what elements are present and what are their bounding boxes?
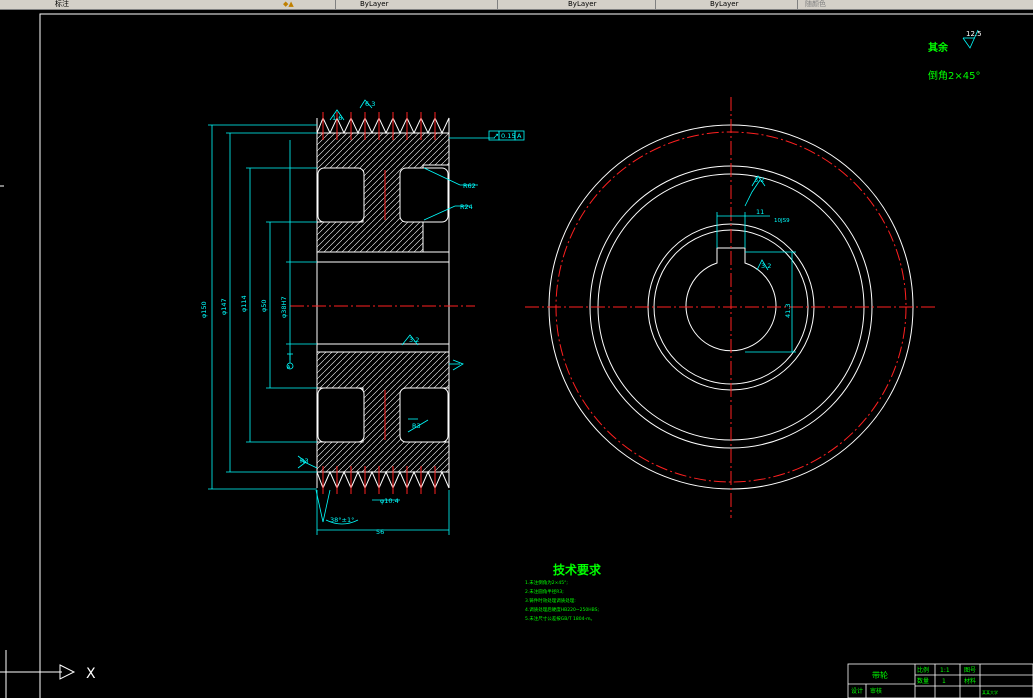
drawing-canvas[interactable]: φ150 φ147 φ114 φ50 φ38H7 56 38°±1° φ10.4… (0, 10, 1033, 698)
dim-r62: R62 (463, 182, 476, 190)
scale-label: 比例 (917, 666, 929, 674)
rough-mark-1: 1.6 (332, 114, 342, 122)
rough-mark-3: 3.2 (409, 336, 419, 344)
tolerance-datum: A (517, 132, 522, 140)
dim-d50: φ50 (260, 299, 268, 312)
dim-groove-angle: 38°±1° (330, 516, 354, 524)
tech-item: 2.未注圆角半径R3; (525, 588, 564, 595)
check-label: 审核 (870, 687, 882, 695)
runout-icon: ↗ (493, 132, 499, 140)
chamfer-note: 倒角2×45° (928, 70, 980, 82)
section-view (290, 112, 475, 494)
datum-a: A (287, 365, 291, 371)
rough-mark-5: 3.2 (761, 262, 771, 270)
dim-key-11: 11 (756, 208, 764, 216)
tech-list: 1.未注倒角为2×45°; 2.未注圆角半径R3; 3.铸件时效处理调质处理: … (525, 579, 599, 622)
material-label: 材料 (964, 677, 976, 685)
qty-value: 1 (942, 678, 946, 685)
dim-groove-width: φ10.4 (380, 497, 399, 505)
tech-item: 3.铸件时效处理调质处理: (525, 597, 576, 604)
separator (335, 0, 336, 9)
dim-d147: φ147 (220, 298, 228, 315)
scale-value: 1:1 (940, 667, 950, 674)
lineweight-dropdown[interactable]: ByLayer (710, 0, 738, 8)
dim-d150: φ150 (200, 301, 208, 318)
school-name: 某某大学 (982, 689, 998, 695)
ucs-x-label: X (86, 666, 96, 682)
other-roughness-label: 其余 (928, 41, 949, 54)
tech-item: 4.调质处理后硬度HB220~250HBS; (525, 606, 599, 613)
tolerance-value: 0.15 (501, 132, 515, 140)
rough-mark-4: 3.2 (754, 176, 764, 184)
front-view (525, 97, 938, 518)
part-name: 带轮 (872, 670, 888, 680)
properties-toolbar: 标注 ◆▲ ByLayer ByLayer ByLayer 随颜色 (0, 0, 1033, 10)
dim-r24: R24 (460, 203, 473, 211)
design-label: 设计 (851, 687, 863, 695)
tech-item: 1.未注倒角为2×45°; (525, 579, 568, 586)
rough-mark-2: 6.3 (365, 100, 375, 108)
dim-width-56: 56 (376, 528, 384, 536)
dim-r3a: R3 (300, 457, 309, 465)
dim-h41: 41.3 (784, 304, 792, 318)
dim-keyway-tol: 10JS9 (774, 218, 790, 224)
layer-dropdown[interactable]: 标注 (55, 0, 69, 8)
separator (797, 0, 798, 9)
dim-r3b: R3 (412, 422, 421, 430)
qty-label: 数量 (917, 677, 929, 685)
tech-item: 5.未注尺寸公差按GB/T 1804-m。 (525, 615, 595, 622)
drawing-border (39, 13, 1033, 698)
separator (655, 0, 656, 9)
drawing-no-label: 图号 (964, 667, 976, 674)
linetype-dropdown[interactable]: ByLayer (568, 0, 596, 8)
layer-tools-icon[interactable]: ◆▲ (283, 0, 294, 8)
separator (497, 0, 498, 9)
tech-title: 技术要求 (553, 562, 602, 577)
dim-d114: φ114 (240, 295, 248, 312)
ucs-icon (0, 650, 76, 698)
dim-d38: φ38H7 (280, 296, 288, 318)
other-roughness-value: 12.5 (966, 30, 982, 38)
color-dropdown[interactable]: ByLayer (360, 0, 388, 8)
plotstyle-dropdown[interactable]: 随颜色 (805, 0, 826, 8)
